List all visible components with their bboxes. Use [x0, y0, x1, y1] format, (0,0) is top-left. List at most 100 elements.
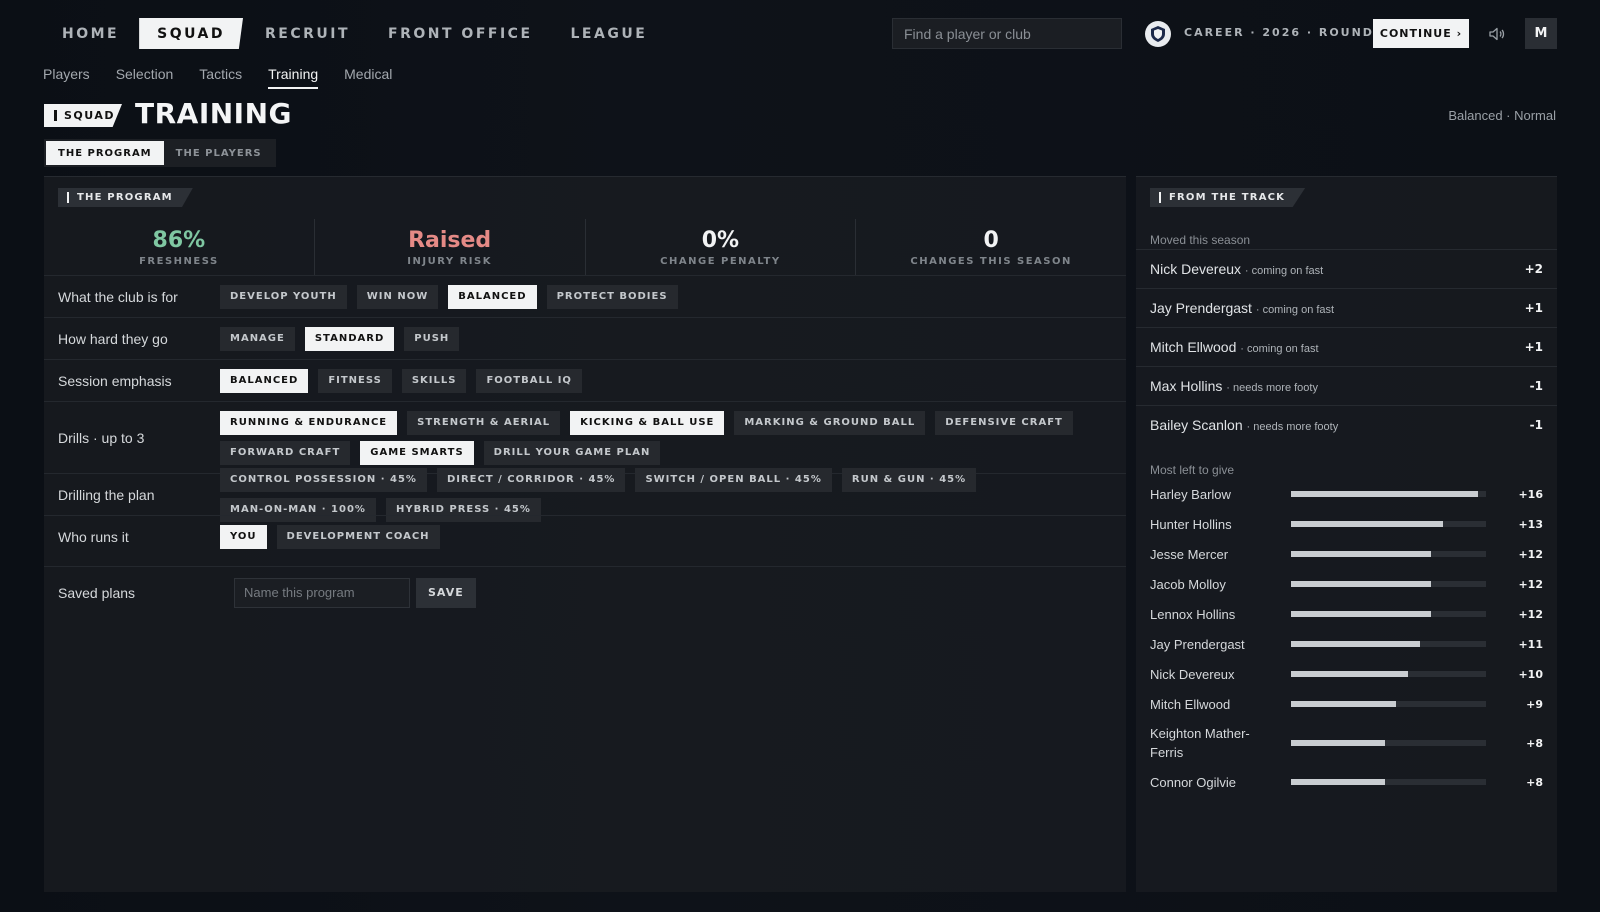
nav-recruit[interactable]: RECRUIT — [247, 18, 368, 49]
moved-player-row[interactable]: Max Hollins · needs more footy -1 — [1136, 366, 1557, 405]
search-input[interactable] — [892, 18, 1122, 49]
user-avatar[interactable]: M — [1525, 18, 1557, 49]
moved-player: Max Hollins · needs more footy — [1150, 378, 1318, 394]
potential-player-row[interactable]: Keighton Mather-Ferris +8 — [1136, 719, 1557, 767]
potential-player-row[interactable]: Hunter Hollins +13 — [1136, 509, 1557, 539]
potential-player-row[interactable]: Lennox Hollins +12 — [1136, 599, 1557, 629]
player-name: Jacob Molloy — [1150, 576, 1226, 592]
stat-value: 0% — [701, 227, 740, 253]
option-chip-marking-ground-ball[interactable]: MARKING & GROUND BALL — [734, 410, 926, 435]
nav-home[interactable]: HOME — [44, 18, 137, 49]
setting-label: Who runs it — [58, 528, 129, 545]
potential-bar — [1291, 521, 1486, 527]
option-chip-balanced[interactable]: BALANCED — [220, 368, 309, 393]
continue-button[interactable]: CONTINUE › — [1373, 19, 1469, 48]
potential-player-row[interactable]: Jay Prendergast +11 — [1136, 629, 1557, 659]
option-chip-run-gun-45[interactable]: RUN & GUN · 45% — [841, 467, 977, 492]
setting-row-drilling-the-plan: Drilling the plan CONTROL POSSESSION · 45… — [44, 467, 1126, 522]
moved-player-row[interactable]: Nick Devereux · coming on fast +2 — [1136, 249, 1557, 288]
option-chip-fitness[interactable]: FITNESS — [318, 368, 392, 393]
option-chip-standard[interactable]: STANDARD — [304, 326, 395, 351]
option-chip-push[interactable]: PUSH — [404, 326, 460, 351]
option-chip-you[interactable]: YOU — [220, 524, 267, 549]
potential-delta: +12 — [1518, 607, 1543, 621]
nav-front-office[interactable]: FRONT OFFICE — [370, 18, 550, 49]
subnav-medical[interactable]: Medical — [344, 66, 392, 89]
club-shield-icon — [1145, 21, 1171, 47]
potential-bar — [1291, 581, 1486, 587]
option-chip-development-coach[interactable]: DEVELOPMENT COACH — [276, 524, 440, 549]
option-chip-drill-your-game-plan[interactable]: DRILL YOUR GAME PLAN — [483, 440, 661, 465]
potential-player-row[interactable]: Harley Barlow +16 — [1136, 479, 1557, 509]
option-chip-skills[interactable]: SKILLS — [401, 368, 467, 393]
player-note: · needs more footy — [1226, 382, 1318, 394]
potential-delta: +8 — [1526, 775, 1543, 789]
option-chip-switch-open-ball-45[interactable]: SWITCH / OPEN BALL · 45% — [635, 467, 832, 492]
option-chip-direct-corridor-45[interactable]: DIRECT / CORRIDOR · 45% — [436, 467, 626, 492]
save-button[interactable]: SAVE — [416, 577, 476, 608]
track-panel-tag: FROM THE TRACK — [1150, 188, 1306, 207]
potential-player-row[interactable]: Nick Devereux +10 — [1136, 659, 1557, 689]
tab-the-players[interactable]: THE PLAYERS — [164, 141, 274, 165]
option-chip-strength-aerial[interactable]: STRENGTH & AERIAL — [407, 410, 561, 435]
potential-bar — [1291, 491, 1486, 497]
potential-player-row[interactable]: Connor Ogilvie +8 — [1136, 767, 1557, 797]
option-chip-defensive-craft[interactable]: DEFENSIVE CRAFT — [935, 410, 1073, 435]
option-chip-balanced[interactable]: BALANCED — [448, 284, 537, 309]
subnav-tactics[interactable]: Tactics — [199, 66, 242, 89]
stat-label: CHANGE PENALTY — [660, 255, 781, 267]
potential-bar-fill — [1291, 740, 1385, 746]
option-chip-manage[interactable]: MANAGE — [220, 326, 295, 351]
potential-delta: +11 — [1518, 637, 1543, 651]
subnav-players[interactable]: Players — [43, 66, 90, 89]
moved-player-row[interactable]: Mitch Ellwood · coming on fast +1 — [1136, 327, 1557, 366]
player-name: Hunter Hollins — [1150, 516, 1232, 532]
potential-delta: +10 — [1518, 667, 1543, 681]
program-stats: 86% FRESHNESS Raised INJURY RISK 0% CHAN… — [44, 219, 1126, 275]
saved-plans-label: Saved plans — [58, 584, 136, 601]
setting-row-session-emphasis: Session emphasis BALANCED FITNESS SKILLS FOO… — [44, 359, 1126, 401]
potential-bar — [1291, 740, 1486, 746]
option-chip-football-iq[interactable]: FOOTBALL IQ — [476, 368, 582, 393]
subnav-training[interactable]: Training — [268, 66, 319, 89]
setting-label: How hard they go — [58, 330, 168, 347]
setting-label: Session emphasis — [58, 372, 172, 389]
option-chips: YOU DEVELOPMENT COACH — [220, 524, 1120, 549]
option-chip-kicking-ball-use[interactable]: KICKING & BALL USE — [570, 410, 725, 435]
potential-player-row[interactable]: Jesse Mercer +12 — [1136, 539, 1557, 569]
moved-player: Mitch Ellwood · coming on fast — [1150, 339, 1319, 355]
potential-bar-fill — [1291, 779, 1385, 785]
option-chip-game-smarts[interactable]: GAME SMARTS — [360, 440, 474, 465]
potential-bar-fill — [1291, 521, 1444, 527]
moved-player-row[interactable]: Bailey Scanlon · needs more footy -1 — [1136, 405, 1557, 444]
breadcrumb[interactable]: SQUAD — [44, 104, 122, 127]
potential-bar-fill — [1291, 671, 1408, 677]
potential-bar-fill — [1291, 581, 1432, 587]
stat-change-penalty: 0% CHANGE PENALTY — [586, 219, 857, 275]
nav-squad[interactable]: SQUAD — [139, 18, 244, 49]
option-chips: MANAGE STANDARD PUSH — [220, 326, 1120, 351]
option-chip-running-endurance[interactable]: RUNNING & ENDURANCE — [220, 410, 398, 435]
potential-bar-fill — [1291, 611, 1432, 617]
option-chip-develop-youth[interactable]: DEVELOP YOUTH — [220, 284, 347, 309]
player-name: Nick Devereux — [1150, 666, 1235, 682]
option-chip-protect-bodies[interactable]: PROTECT BODIES — [546, 284, 678, 309]
player-name: Connor Ogilvie — [1150, 774, 1236, 790]
option-chip-win-now[interactable]: WIN NOW — [356, 284, 439, 309]
speaker-icon[interactable] — [1488, 25, 1506, 43]
stat-freshness: 86% FRESHNESS — [44, 219, 315, 275]
option-chip-forward-craft[interactable]: FORWARD CRAFT — [220, 440, 351, 465]
subnav-selection[interactable]: Selection — [116, 66, 174, 89]
track-panel: FROM THE TRACK Moved this season Nick De… — [1136, 176, 1557, 892]
program-name-input[interactable] — [234, 577, 410, 608]
player-name: Bailey Scanlon — [1150, 417, 1243, 433]
potential-player-row[interactable]: Jacob Molloy +12 — [1136, 569, 1557, 599]
potential-player-row[interactable]: Mitch Ellwood +9 — [1136, 689, 1557, 719]
stat-value: Raised — [408, 227, 492, 253]
player-note: · coming on fast — [1255, 304, 1335, 316]
nav-league[interactable]: LEAGUE — [553, 18, 666, 49]
tab-the-program[interactable]: THE PROGRAM — [46, 141, 164, 165]
rating-delta: -1 — [1529, 418, 1543, 432]
moved-player-row[interactable]: Jay Prendergast · coming on fast +1 — [1136, 288, 1557, 327]
option-chip-control-possession-45[interactable]: CONTROL POSSESSION · 45% — [220, 467, 427, 492]
